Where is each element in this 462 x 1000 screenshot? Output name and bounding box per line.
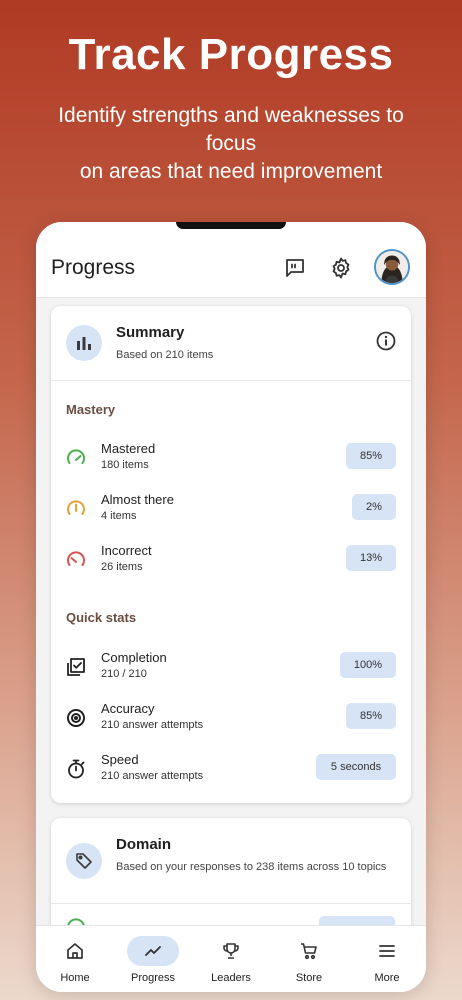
- accuracy-label: Accuracy: [101, 701, 155, 716]
- speed-badge: 5 seconds: [316, 754, 396, 780]
- nav-leaders[interactable]: Leaders: [192, 926, 270, 992]
- summary-card: Summary Based on 210 items Mastery Maste…: [51, 306, 411, 803]
- mastered-label: Mastered: [101, 441, 156, 456]
- nav-leaders-label: Leaders: [211, 972, 251, 984]
- mastery-row-mastered[interactable]: Mastered 180 items 85%: [51, 439, 411, 479]
- domain-subtitle: Based on your responses to 238 items acr…: [116, 861, 387, 873]
- avatar[interactable]: [374, 249, 410, 285]
- tag-icon: [66, 843, 102, 879]
- completion-count: 210 / 210: [101, 668, 147, 680]
- stat-row-speed[interactable]: Speed 210 answer attempts 5 seconds: [51, 750, 411, 790]
- incorrect-count: 26 items: [101, 561, 143, 573]
- summary-subtitle: Based on 210 items: [116, 349, 214, 361]
- summary-title: Summary: [116, 324, 185, 341]
- checklist-icon: [65, 656, 87, 678]
- gauge-mid-icon: [65, 498, 87, 520]
- bottom-nav: Home Progress Leaders Store More: [36, 925, 426, 992]
- hero-title: Track Progress: [68, 30, 394, 79]
- accuracy-badge: 85%: [346, 703, 396, 729]
- domain-title: Domain: [116, 836, 172, 853]
- incorrect-percent-badge: 13%: [346, 545, 396, 571]
- info-icon[interactable]: [375, 330, 397, 352]
- stopwatch-icon: [65, 758, 87, 780]
- gauge-high-icon: [65, 447, 87, 469]
- feedback-icon[interactable]: [281, 254, 309, 282]
- trophy-icon: [205, 936, 257, 966]
- nav-more-label: More: [374, 972, 400, 984]
- accuracy-attempts: 210 answer attempts: [101, 719, 204, 731]
- mastered-count: 180 items: [101, 459, 149, 471]
- mastery-row-incorrect[interactable]: Incorrect 26 items 13%: [51, 541, 411, 581]
- speed-label: Speed: [101, 752, 139, 767]
- nav-store[interactable]: Store: [270, 926, 348, 992]
- stat-row-accuracy[interactable]: Accuracy 210 answer attempts 85%: [51, 699, 411, 739]
- hero-subtitle-line-1: Identify strengths and weaknesses to: [58, 104, 404, 127]
- target-icon: [65, 707, 87, 729]
- stat-row-completion[interactable]: Completion 210 / 210 100%: [51, 648, 411, 688]
- menu-icon: [361, 936, 413, 966]
- gauge-low-icon: [65, 549, 87, 571]
- quick-stats-section-label: Quick stats: [66, 610, 137, 625]
- mastery-row-almost-there[interactable]: Almost there 4 items 2%: [51, 490, 411, 530]
- bar-chart-icon: [66, 325, 102, 361]
- almost-there-percent-badge: 2%: [352, 494, 396, 520]
- hero-subtitle: Identify strengths and weaknesses to foc…: [30, 102, 432, 186]
- nav-progress[interactable]: Progress: [114, 926, 192, 992]
- nav-store-label: Store: [295, 972, 323, 984]
- trend-icon: [127, 936, 179, 966]
- nav-more[interactable]: More: [348, 926, 426, 992]
- mastered-percent-badge: 85%: [346, 443, 396, 469]
- phone-notch: [176, 222, 286, 229]
- hero-subtitle-line-2: focus: [205, 132, 257, 155]
- phone-frame: Progress Summary Based on 210 items Mast…: [36, 222, 426, 992]
- cart-icon: [283, 936, 335, 966]
- home-icon: [49, 936, 101, 966]
- mastery-section-label: Mastery: [66, 402, 116, 417]
- hero-subtitle-line-3: on areas that need improvement: [79, 160, 383, 183]
- almost-there-count: 4 items: [101, 510, 137, 522]
- nav-progress-label: Progress: [130, 972, 176, 984]
- nav-home-label: Home: [60, 972, 90, 984]
- incorrect-label: Incorrect: [101, 543, 152, 558]
- completion-badge: 100%: [340, 652, 396, 678]
- settings-icon[interactable]: [327, 254, 355, 282]
- completion-label: Completion: [101, 650, 167, 665]
- divider: [51, 380, 411, 381]
- almost-there-label: Almost there: [101, 492, 174, 507]
- speed-attempts: 210 answer attempts: [101, 770, 204, 782]
- nav-home[interactable]: Home: [36, 926, 114, 992]
- divider: [51, 903, 411, 904]
- page-title: Progress: [51, 256, 136, 279]
- app-bar: Progress: [36, 222, 426, 298]
